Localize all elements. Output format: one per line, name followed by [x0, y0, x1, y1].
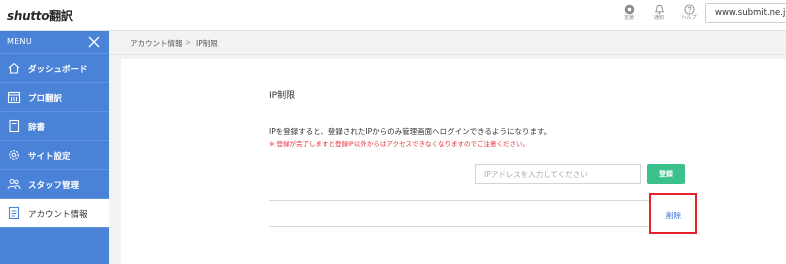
menu-header: MENU	[0, 31, 109, 54]
help-button[interactable]: ヘルプ	[677, 2, 701, 30]
logo-suffix: 翻訳	[49, 9, 73, 23]
sidebar-item-staff-management[interactable]: スタッフ管理	[0, 170, 109, 199]
top-header: shutto翻訳 支援 通知 ヘルプ www.submit.ne.jp /	[0, 0, 786, 31]
ip-address-input[interactable]	[475, 164, 641, 184]
sidebar: MENU ダッシュボード プロ翻訳 辞書 サイト設定 スタッフ管理 アカウント情…	[0, 31, 109, 264]
support-button[interactable]: 支援	[617, 2, 641, 30]
warning-text: ※ 登録が完了しますと登録IP以外からはアクセスできなくなりますのでご注意くださ…	[269, 140, 530, 148]
notice-label: 通知	[653, 15, 664, 21]
sidebar-item-account-info[interactable]: アカウント情報	[0, 199, 109, 228]
document-icon	[8, 206, 20, 220]
register-button[interactable]: 登録	[647, 164, 685, 184]
sidebar-item-label: サイト設定	[28, 152, 71, 162]
divider	[269, 226, 688, 227]
breadcrumb: アカウント情報 > IP制限	[109, 31, 786, 55]
sidebar-item-label: プロ翻訳	[28, 94, 63, 104]
gear-icon	[9, 150, 19, 160]
home-icon	[8, 62, 20, 74]
divider	[269, 200, 688, 201]
description-text: IPを登録すると、登録されたIPからのみ管理画面へログインできるようになります。	[269, 127, 552, 136]
book-icon	[9, 119, 20, 133]
breadcrumb-parent[interactable]: アカウント情報	[130, 38, 183, 49]
delete-link[interactable]: 削除	[666, 210, 681, 221]
sidebar-item-dashboard[interactable]: ダッシュボード	[0, 54, 109, 83]
sidebar-item-label: 辞書	[28, 123, 46, 133]
close-icon[interactable]	[87, 35, 101, 49]
ip-restriction-panel: IP制限 IPを登録すると、登録されたIPからのみ管理画面へログインできるように…	[121, 59, 786, 264]
bell-icon	[654, 4, 664, 15]
menu-label: MENU	[7, 37, 32, 46]
sidebar-item-pro-translation[interactable]: プロ翻訳	[0, 83, 109, 112]
logo-text: shutto	[7, 9, 50, 23]
page-title: IP制限	[269, 91, 296, 101]
help-label: ヘルプ	[681, 15, 697, 21]
users-icon	[7, 179, 21, 190]
domain-selector[interactable]: www.submit.ne.jp /	[705, 3, 786, 23]
help-icon	[683, 4, 695, 15]
delete-highlight-box: 削除	[649, 193, 697, 234]
sidebar-item-label: スタッフ管理	[28, 181, 80, 191]
breadcrumb-current: IP制限	[196, 39, 218, 48]
support-icon	[624, 4, 634, 15]
notice-button[interactable]: 通知	[647, 2, 671, 30]
sidebar-item-site-settings[interactable]: サイト設定	[0, 141, 109, 170]
sidebar-item-dictionary[interactable]: 辞書	[0, 112, 109, 141]
sidebar-item-label: アカウント情報	[28, 210, 88, 220]
sidebar-item-label: ダッシュボード	[28, 65, 88, 75]
calendar-icon	[7, 91, 21, 104]
app-logo[interactable]: shutto翻訳	[7, 7, 73, 24]
support-label: 支援	[623, 15, 634, 21]
breadcrumb-separator: >	[185, 38, 192, 47]
